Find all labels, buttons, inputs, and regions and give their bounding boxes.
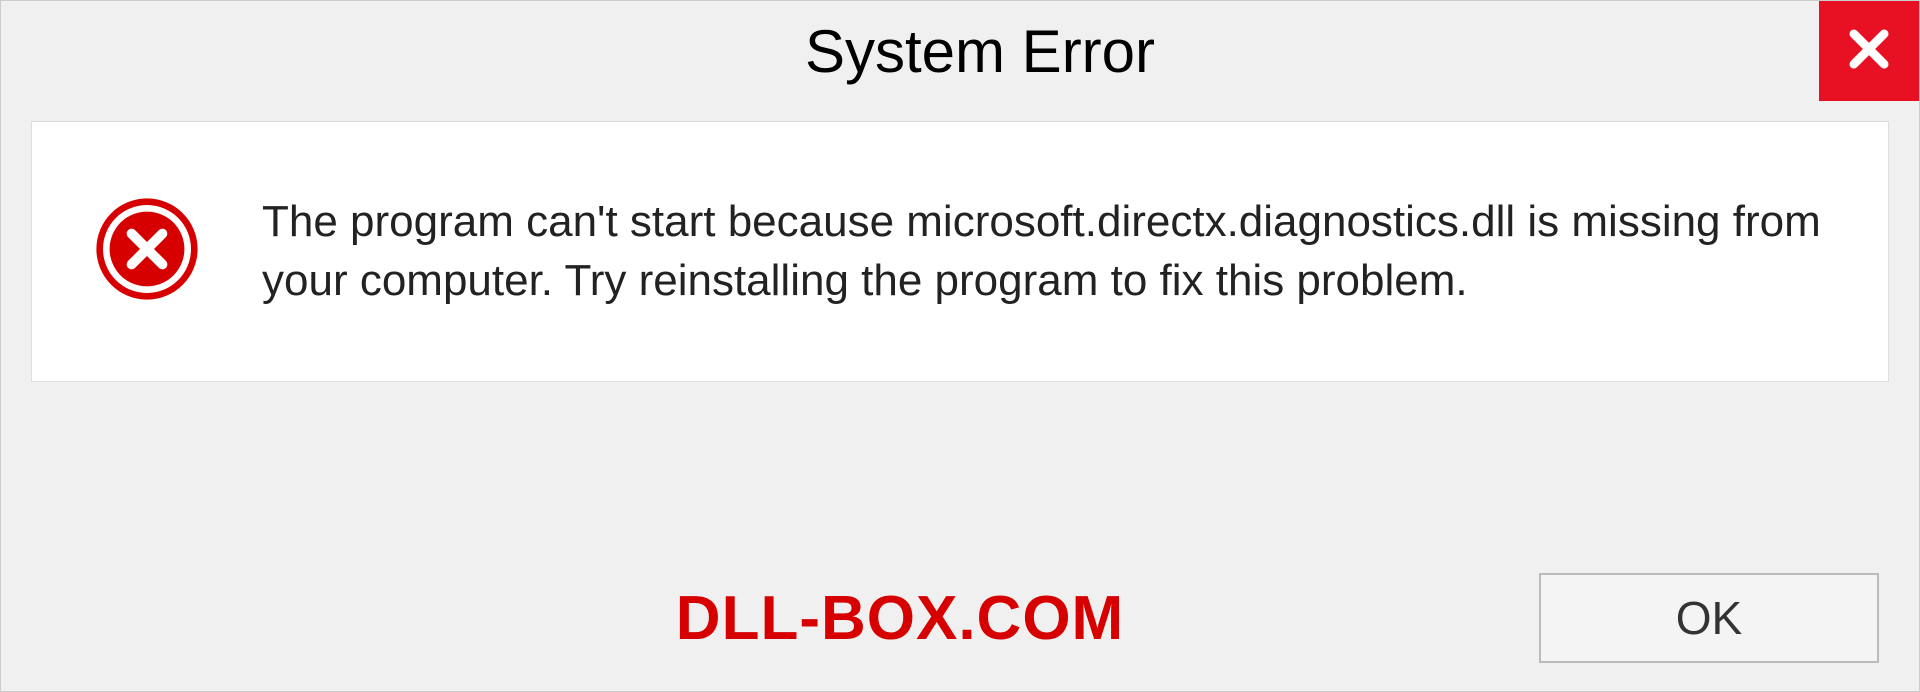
- error-message: The program can't start because microsof…: [262, 192, 1828, 311]
- footer: DLL-BOX.COM OK: [1, 573, 1919, 663]
- error-icon: [92, 194, 202, 309]
- close-button[interactable]: [1819, 1, 1919, 101]
- error-dialog: System Error The program can't start bec…: [0, 0, 1920, 692]
- watermark-text: DLL-BOX.COM: [261, 583, 1539, 654]
- close-icon: [1843, 23, 1895, 80]
- titlebar: System Error: [1, 1, 1919, 101]
- content-panel: The program can't start because microsof…: [31, 121, 1889, 382]
- ok-button[interactable]: OK: [1539, 573, 1879, 663]
- dialog-title: System Error: [41, 17, 1919, 86]
